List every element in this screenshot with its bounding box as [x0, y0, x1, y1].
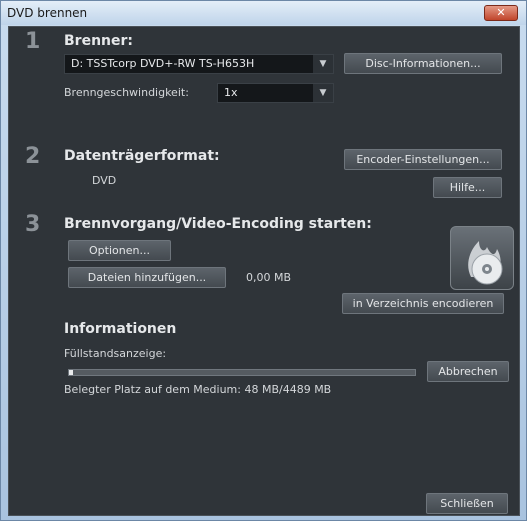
dialog-window: DVD brennen ✕ 1 Brenner: D: TSSTcorp DVD…: [0, 0, 527, 521]
fill-level-label: Füllstandsanzeige:: [64, 347, 167, 360]
close-window-button[interactable]: ✕: [484, 5, 518, 21]
used-space-text: Belegter Platz auf dem Medium: 48 MB/448…: [64, 383, 332, 396]
fill-level-bar-fill: [69, 370, 73, 375]
speed-label: Brenngeschwindigkeit:: [64, 86, 189, 99]
burn-heading: Brennvorgang/Video-Encoding starten:: [64, 216, 372, 232]
burner-select[interactable]: D: TSSTcorp DVD+-RW TS-H653H ▼: [64, 54, 334, 74]
window-title: DVD brennen: [7, 6, 88, 20]
disc-info-button[interactable]: Disc-Informationen...: [344, 53, 502, 74]
step-number-1: 1: [25, 29, 41, 54]
burn-disc-button[interactable]: [450, 226, 514, 290]
disc-flame-icon: [468, 241, 503, 285]
total-size-value: 0,00 MB: [246, 271, 292, 284]
speed-select-value: 1x: [224, 86, 238, 99]
cancel-button[interactable]: Abbrechen: [427, 361, 509, 382]
dialog-content: 1 Brenner: D: TSSTcorp DVD+-RW TS-H653H …: [8, 26, 520, 516]
encode-to-directory-button[interactable]: in Verzeichnis encodieren: [342, 293, 504, 314]
format-value: DVD: [92, 174, 117, 187]
format-heading: Datenträgerformat:: [64, 148, 220, 164]
burner-select-value: D: TSSTcorp DVD+-RW TS-H653H: [71, 57, 255, 70]
add-files-button[interactable]: Dateien hinzufügen...: [68, 267, 226, 288]
options-button[interactable]: Optionen...: [68, 240, 171, 261]
speed-select[interactable]: 1x ▼: [217, 83, 334, 103]
burner-heading: Brenner:: [64, 33, 134, 49]
title-bar[interactable]: DVD brennen ✕: [1, 1, 526, 25]
close-button[interactable]: Schließen: [426, 493, 508, 514]
step-number-3: 3: [25, 212, 41, 237]
chevron-down-icon: ▼: [313, 84, 333, 102]
step-number-2: 2: [25, 144, 41, 169]
fill-level-bar: [68, 369, 416, 376]
encoder-settings-button[interactable]: Encoder-Einstellungen...: [344, 149, 502, 170]
help-button[interactable]: Hilfe...: [433, 177, 502, 198]
chevron-down-icon: ▼: [313, 55, 333, 73]
info-heading: Informationen: [64, 321, 177, 337]
